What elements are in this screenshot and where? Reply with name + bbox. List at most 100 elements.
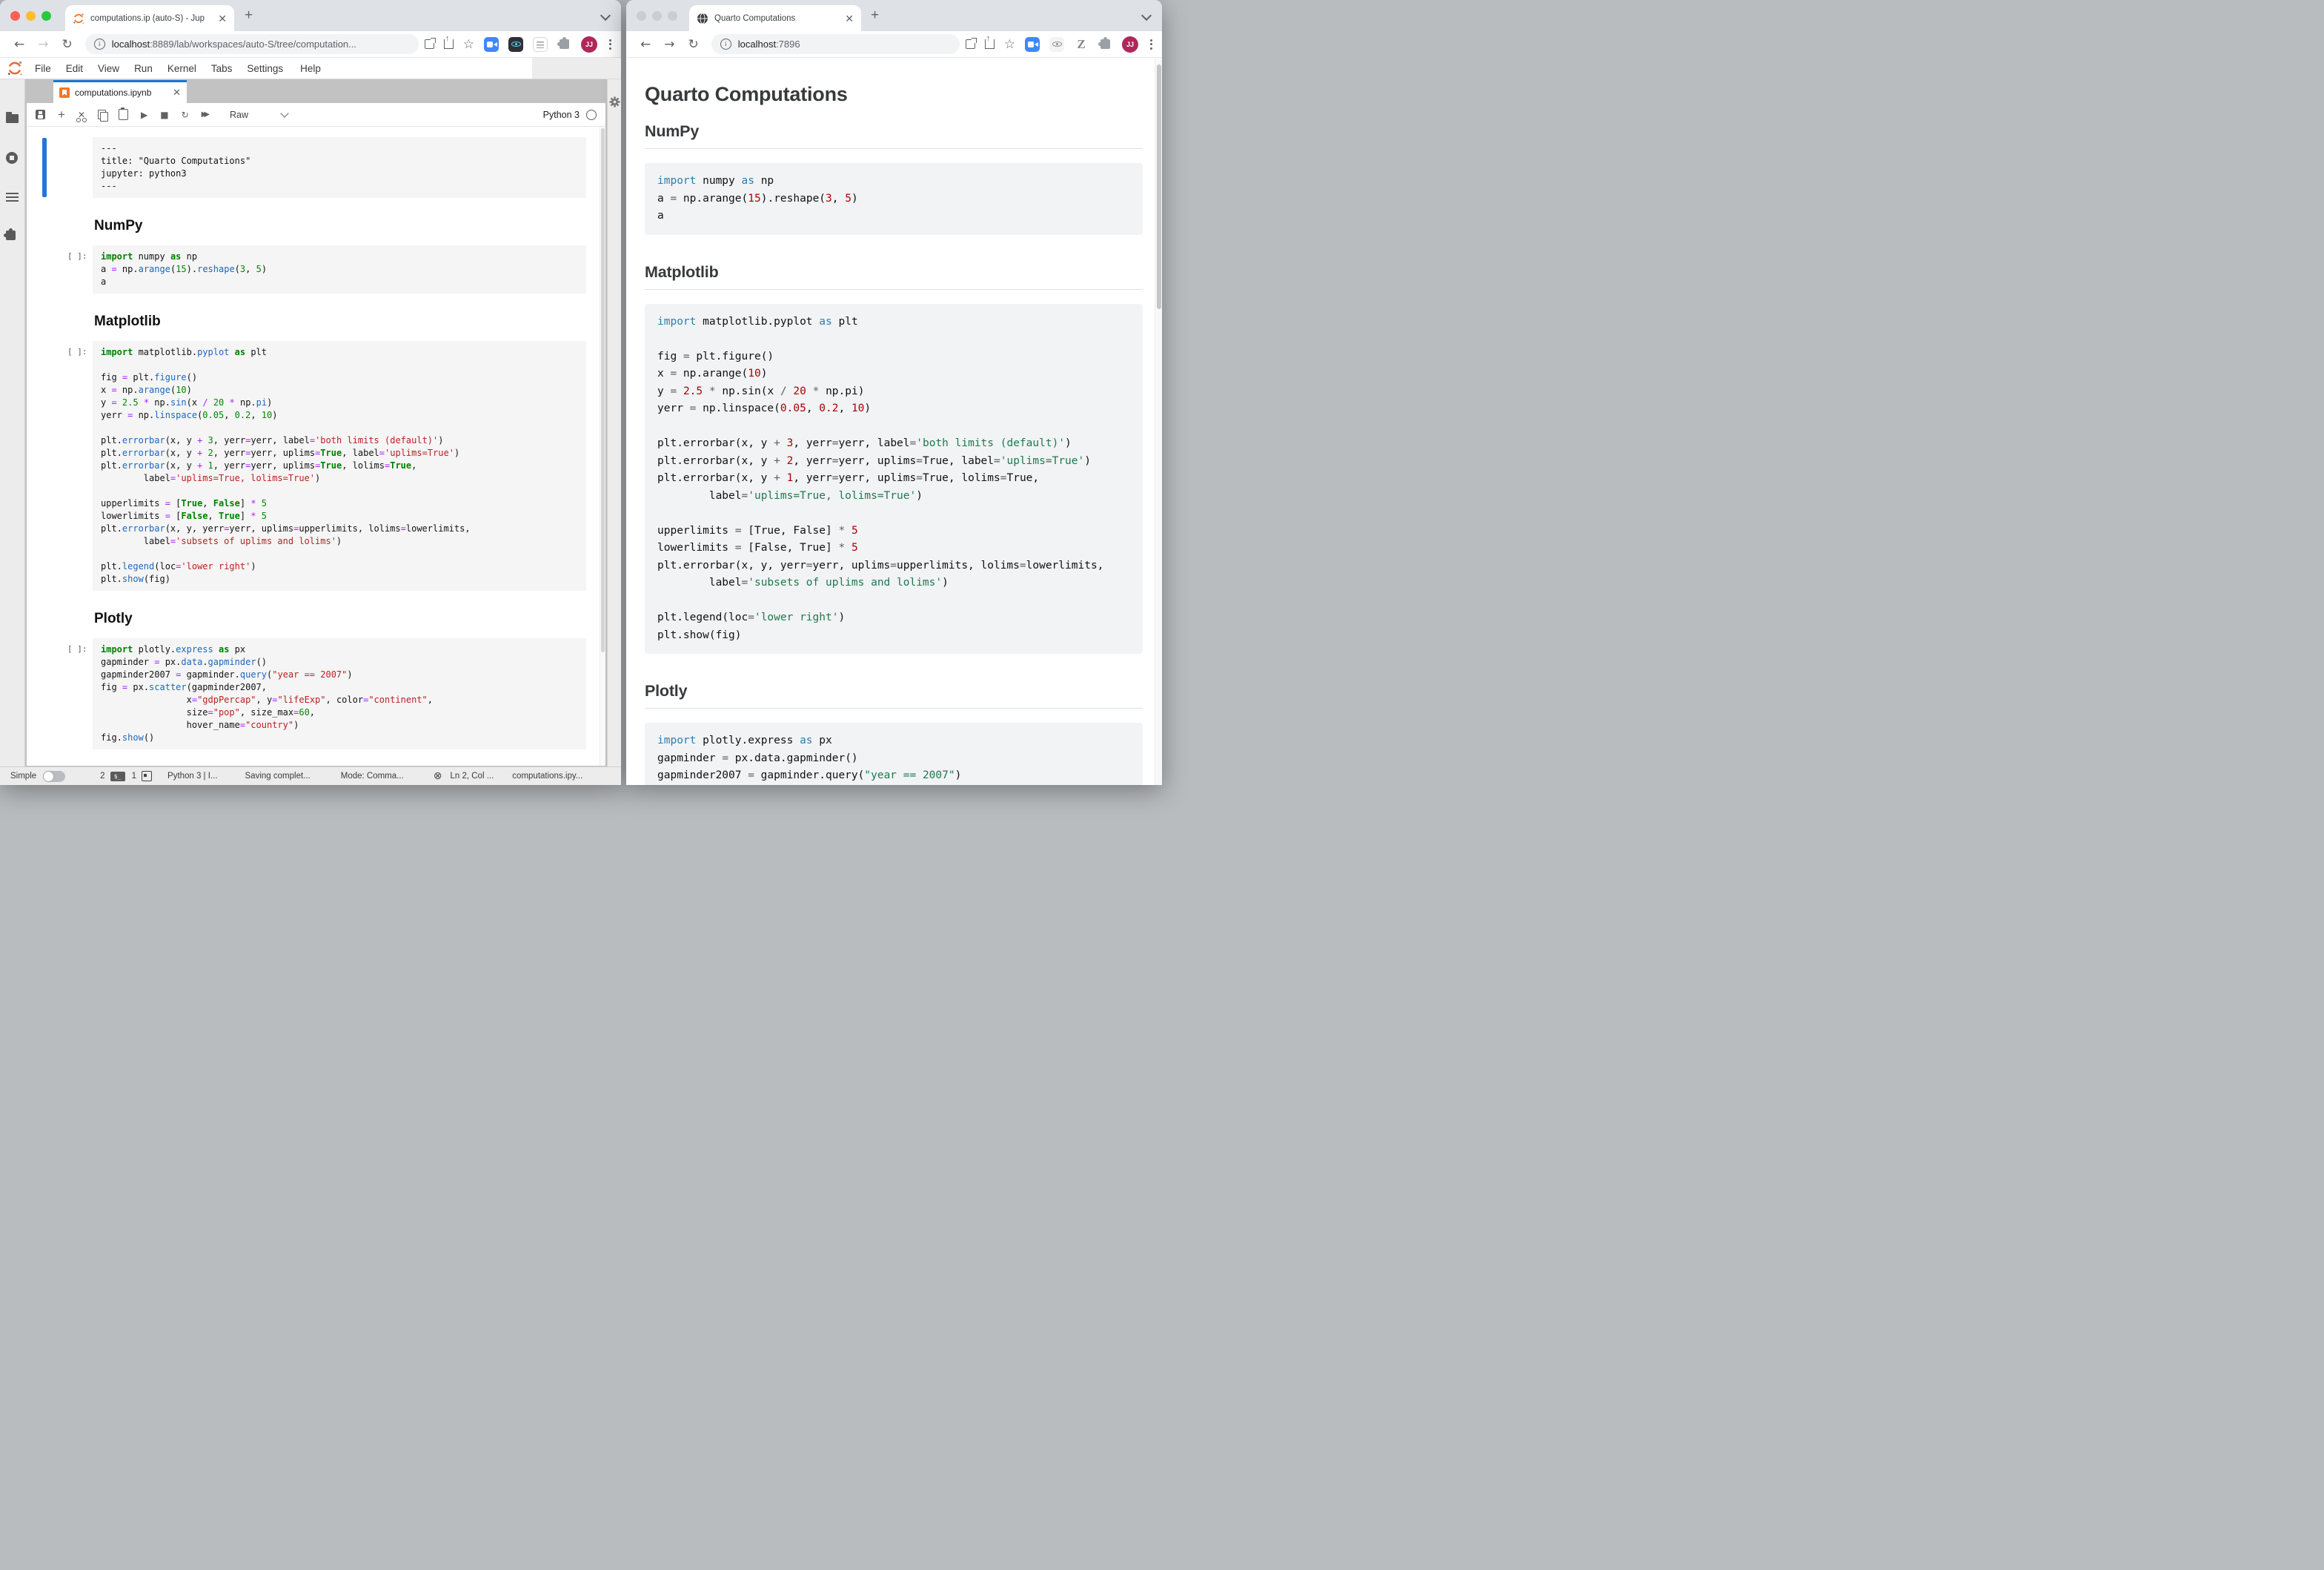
profile-avatar[interactable]: JJ	[1122, 36, 1138, 53]
add-cell-icon[interactable]: +	[58, 108, 65, 121]
bookmark-star-icon[interactable]: ☆	[463, 38, 474, 50]
menu-edit[interactable]: Edit	[59, 63, 90, 74]
zotero-extension-icon[interactable]: Z	[1074, 37, 1089, 52]
minimize-window-button[interactable]	[26, 11, 36, 21]
close-tab-icon[interactable]: ✕	[218, 13, 227, 24]
menu-file[interactable]: File	[27, 63, 59, 74]
back-button[interactable]: ←	[640, 37, 651, 52]
command-mode-status: Mode: Comma...	[341, 772, 404, 781]
kernels-count[interactable]: 1	[132, 772, 136, 781]
code-cell-plotly[interactable]: [ ]: import plotly.express as pxgapminde…	[93, 638, 586, 749]
menu-help[interactable]: Help	[293, 63, 328, 74]
file-browser-icon[interactable]	[6, 114, 19, 123]
scrollbar-thumb[interactable]	[1157, 64, 1161, 309]
page-scrollbar[interactable]	[1155, 59, 1162, 785]
raw-cell-editor[interactable]: ---title: "Quarto Computations"jupyter: …	[93, 137, 586, 198]
raw-cell[interactable]: ---title: "Quarto Computations"jupyter: …	[93, 137, 586, 198]
cell-type-chevron-icon[interactable]	[280, 109, 288, 117]
restart-kernel-icon[interactable]: ↻	[182, 110, 189, 119]
notebook-content: ---title: "Quarto Computations"jupyter: …	[27, 127, 605, 766]
react-devtools-extension-icon[interactable]	[508, 37, 523, 52]
cursor-position[interactable]: Ln 2, Col ...	[450, 772, 494, 781]
matplotlib-cell-editor[interactable]: import matplotlib.pyplot as plt fig = pl…	[93, 341, 586, 591]
browser-menu-icon[interactable]	[607, 39, 614, 50]
bookmark-star-icon[interactable]: ☆	[1004, 38, 1015, 50]
code-cell-matplotlib[interactable]: [ ]: import matplotlib.pyplot as plt fig…	[93, 341, 586, 591]
notebook-scrollbar[interactable]	[600, 127, 605, 766]
open-in-new-icon[interactable]	[966, 39, 975, 49]
property-inspector-gear-icon[interactable]	[609, 96, 620, 107]
section-heading-numpy: NumPy	[645, 122, 1143, 149]
cell-type-select[interactable]: Raw	[230, 110, 248, 120]
zoom-window-button[interactable]	[42, 11, 51, 21]
zoom-extension-icon[interactable]	[484, 37, 499, 52]
site-info-icon[interactable]: i	[94, 39, 105, 50]
forward-button[interactable]: →	[38, 37, 48, 52]
notebook-tab[interactable]: computations.ipynb ✕	[53, 80, 187, 103]
extensions-puzzle-icon[interactable]	[560, 39, 569, 49]
tab-search-chevron-icon[interactable]	[1141, 10, 1152, 21]
profile-avatar[interactable]: JJ	[581, 36, 597, 53]
url-text: localhost:7896	[738, 39, 800, 50]
reload-button[interactable]: ↻	[62, 37, 73, 52]
notes-extension-icon[interactable]	[533, 37, 548, 52]
running-kernels-icon[interactable]	[6, 152, 18, 164]
address-bar[interactable]: i localhost:8889/lab/workspaces/auto-S/t…	[85, 34, 419, 54]
numpy-cell-editor[interactable]: import numpy as npa = np.arange(15).resh…	[93, 245, 586, 294]
plotly-cell-editor[interactable]: import plotly.express as pxgapminder = p…	[93, 638, 586, 749]
matplotlib-code-block: import matplotlib.pyplot as plt fig = pl…	[645, 304, 1143, 655]
back-button[interactable]: ←	[14, 37, 24, 52]
notebook-tab-bar: computations.ipynb ✕	[25, 80, 607, 103]
url-text: localhost:8889/lab/workspaces/auto-S/tre…	[112, 39, 356, 50]
table-of-contents-icon[interactable]	[6, 193, 19, 202]
new-tab-button[interactable]: +	[871, 7, 879, 24]
markdown-heading-matplotlib[interactable]: Matplotlib	[94, 314, 586, 330]
kernel-status-text[interactable]: Python 3 | I...	[167, 772, 218, 781]
react-devtools-extension-icon[interactable]	[1049, 37, 1064, 52]
paste-cells-icon[interactable]	[119, 109, 128, 120]
scrollbar-thumb[interactable]	[601, 128, 605, 652]
save-icon[interactable]	[36, 110, 45, 119]
minimize-window-button[interactable]	[652, 11, 662, 21]
forward-button[interactable]: →	[664, 37, 674, 52]
extension-manager-icon[interactable]	[6, 231, 16, 240]
copy-cells-icon[interactable]	[98, 110, 106, 119]
interrupt-kernel-icon[interactable]: ■	[160, 110, 168, 119]
left-browser-tab[interactable]: computations.ip (auto-S) - Jup ✕	[65, 5, 234, 31]
zoom-extension-icon[interactable]	[1025, 37, 1040, 52]
kernel-status-icon[interactable]	[586, 110, 597, 120]
close-window-button[interactable]	[637, 11, 646, 21]
menu-run[interactable]: Run	[127, 63, 160, 74]
markdown-heading-numpy[interactable]: NumPy	[94, 218, 586, 234]
cut-cells-icon[interactable]: ✕	[78, 110, 85, 120]
menu-view[interactable]: View	[90, 63, 127, 74]
menu-settings[interactable]: Settings	[239, 63, 290, 74]
address-bar[interactable]: i localhost:7896	[711, 34, 960, 54]
browser-menu-icon[interactable]	[1148, 39, 1155, 50]
menu-tabs[interactable]: Tabs	[204, 63, 240, 74]
kernel-name[interactable]: Python 3	[543, 110, 580, 120]
close-window-button[interactable]	[10, 11, 20, 21]
notebook-tab-close-icon[interactable]: ✕	[173, 87, 181, 99]
close-tab-icon[interactable]: ✕	[845, 13, 854, 24]
new-tab-button[interactable]: +	[245, 7, 253, 24]
code-cell-numpy[interactable]: [ ]: import numpy as npa = np.arange(15)…	[93, 245, 586, 294]
cell-prompt: [ ]:	[67, 347, 87, 357]
share-icon[interactable]	[444, 39, 454, 49]
tab-search-chevron-icon[interactable]	[600, 10, 611, 21]
section-heading-matplotlib: Matplotlib	[645, 263, 1143, 290]
markdown-heading-plotly[interactable]: Plotly	[94, 611, 586, 627]
right-browser-tab[interactable]: Quarto Computations ✕	[689, 5, 861, 31]
run-cell-icon[interactable]: ▶	[141, 110, 147, 119]
share-icon[interactable]	[985, 39, 995, 49]
left-tab-strip: computations.ip (auto-S) - Jup ✕ +	[0, 0, 621, 31]
site-info-icon[interactable]: i	[720, 39, 731, 50]
zoom-window-button[interactable]	[668, 11, 677, 21]
extensions-puzzle-icon[interactable]	[1100, 39, 1110, 49]
reload-button[interactable]: ↻	[688, 37, 699, 52]
simple-mode-toggle[interactable]	[43, 771, 65, 782]
restart-run-all-icon[interactable]: ▶▶	[202, 111, 207, 119]
menu-kernel[interactable]: Kernel	[160, 63, 204, 74]
terminals-count[interactable]: 2	[100, 772, 104, 781]
open-in-new-icon[interactable]	[425, 39, 434, 49]
